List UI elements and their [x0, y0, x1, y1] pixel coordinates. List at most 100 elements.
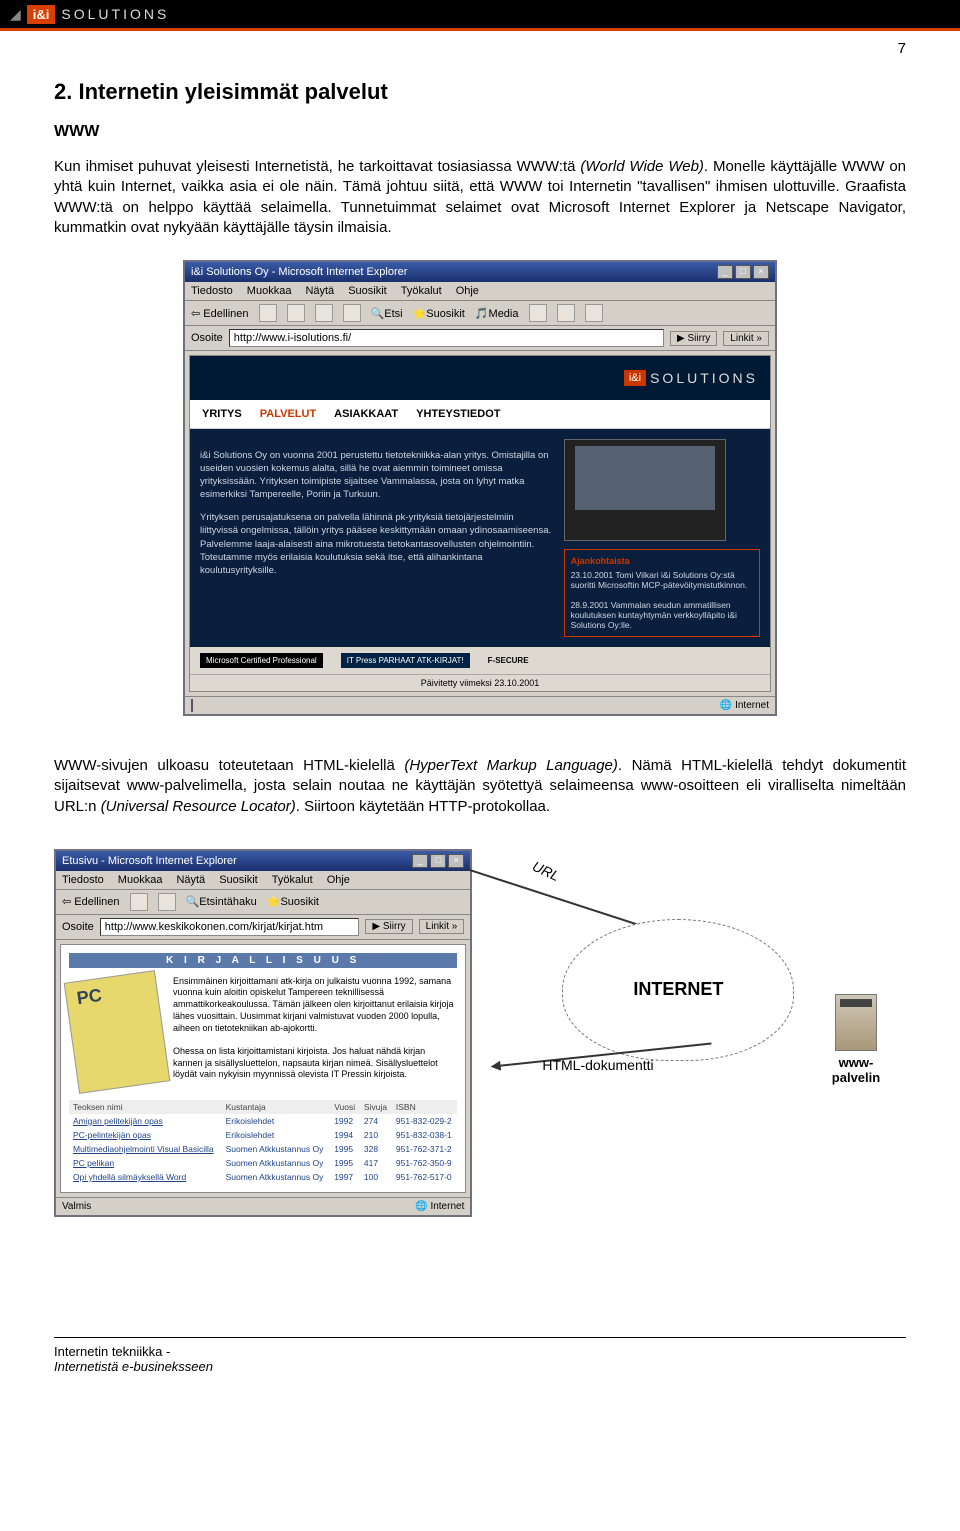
browser2-webpage: K I R J A L L I S U U S Ensimmäinen kirj… — [60, 944, 466, 1193]
internet-diagram: URL INTERNET HTML-dokumentti www-palveli… — [472, 839, 906, 1119]
minimize-icon[interactable]: _ — [412, 854, 428, 868]
address-input[interactable]: http://www.i-isolutions.fi/ — [229, 329, 664, 347]
menu-item[interactable]: Muokkaa — [118, 874, 163, 886]
back-button[interactable]: ⇦ Edellinen — [191, 307, 249, 320]
cert-badge-ms: Microsoft Certified Professional — [200, 653, 323, 668]
th: Kustantaja — [222, 1100, 331, 1114]
nav-tab[interactable]: YHTEYSTIEDOT — [416, 408, 500, 420]
table-header-row: Teoksen nimi Kustantaja Vuosi Sivuja ISB… — [69, 1100, 457, 1114]
cloud-internet: INTERNET — [562, 919, 794, 1061]
maximize-icon[interactable]: □ — [430, 854, 446, 868]
favorites-button[interactable]: ⭐Suosikit — [413, 307, 465, 320]
forward-button[interactable] — [259, 304, 277, 322]
stop-icon[interactable] — [287, 304, 305, 322]
table-cell[interactable]: Opi yhdellä silmäyksellä Word — [69, 1170, 222, 1184]
nav-tab[interactable]: ASIAKKAAT — [334, 408, 398, 420]
browser1-statusbar: 🌐 Internet — [185, 696, 775, 714]
browser2-titlebar: Etusivu - Microsoft Internet Explorer _ … — [56, 851, 470, 871]
menu-item[interactable]: Tiedosto — [62, 874, 104, 886]
menu-item[interactable]: Ohje — [456, 285, 479, 297]
links-button[interactable]: Linkit » — [419, 919, 465, 934]
top-header-bar: ◢ i&i SOLUTIONS — [0, 0, 960, 28]
links-button[interactable]: Linkit » — [723, 331, 769, 346]
table-cell: Suomen Atkkustannus Oy — [222, 1170, 331, 1184]
page-title: 2. Internetin yleisimmät palvelut — [54, 79, 906, 105]
footer-line2: Internetistä e-busineksseen — [54, 1359, 906, 1374]
toolbar-icon[interactable] — [130, 893, 148, 911]
back-button[interactable]: ⇦ Edellinen — [62, 895, 120, 908]
search-button[interactable]: 🔍Etsi — [371, 307, 403, 320]
browser1-webpage: i&i SOLUTIONS YRITYS PALVELUT ASIAKKAAT … — [189, 355, 771, 692]
nav-tab-active[interactable]: PALVELUT — [260, 408, 316, 420]
news-box: Ajankohtaista 23.10.2001 Tomi Vilkari i&… — [564, 549, 760, 637]
site-para2: Yrityksen perusajatuksena on palvella lä… — [200, 511, 554, 577]
favorites-button[interactable]: ⭐Suosikit — [267, 895, 319, 908]
laptop-image — [564, 439, 726, 541]
menu-item[interactable]: Työkalut — [401, 285, 442, 297]
header-logo: ◢ i&i SOLUTIONS — [10, 5, 169, 24]
browser2-menubar: Tiedosto Muokkaa Näytä Suosikit Työkalut… — [56, 871, 470, 890]
kirja-body: Ensimmäinen kirjoittamani atk-kirja on j… — [69, 968, 457, 1096]
browser-window-1: i&i Solutions Oy - Microsoft Internet Ex… — [183, 260, 777, 716]
site-logo-box: i&i — [624, 370, 646, 386]
menu-item[interactable]: Näytä — [176, 874, 205, 886]
site-logo-text: SOLUTIONS — [650, 370, 758, 386]
paragraph-2: WWW-sivujen ulkoasu toteutetaan HTML-kie… — [54, 756, 906, 817]
menu-item[interactable]: Muokkaa — [247, 285, 292, 297]
menu-item[interactable]: Näytä — [305, 285, 334, 297]
close-icon[interactable]: × — [753, 265, 769, 279]
table-cell: 100 — [360, 1170, 392, 1184]
cert-badge-fsecure: F-SECURE — [488, 656, 529, 665]
toolbar-icon[interactable] — [158, 893, 176, 911]
browser1-addressbar: Osoite http://www.i-isolutions.fi/ ▶ Sii… — [185, 326, 775, 351]
search-button[interactable]: 🔍Etsintähaku — [186, 895, 257, 908]
table-cell: Erikoislehdet — [222, 1114, 331, 1128]
browser1-toolbar: ⇦ Edellinen 🔍Etsi ⭐Suosikit 🎵Media — [185, 301, 775, 326]
go-button[interactable]: ▶ Siirry — [365, 919, 412, 934]
menu-item[interactable]: Työkalut — [272, 874, 313, 886]
browser-window-2: Etusivu - Microsoft Internet Explorer _ … — [54, 849, 472, 1217]
table-cell: 1997 — [330, 1170, 360, 1184]
table-cell: 951-762-517-0 — [392, 1170, 457, 1184]
go-button[interactable]: ▶ Siirry — [670, 331, 717, 346]
address-input[interactable]: http://www.keskikokonen.com/kirjat/kirja… — [100, 918, 360, 936]
close-icon[interactable]: × — [448, 854, 464, 868]
menu-item[interactable]: Ohje — [327, 874, 350, 886]
toolbar-icon[interactable] — [557, 304, 575, 322]
site-para1: i&i Solutions Oy on vuonna 2001 perustet… — [200, 449, 554, 502]
books-table: Teoksen nimi Kustantaja Vuosi Sivuja ISB… — [69, 1100, 457, 1184]
para2-i2: (Universal Resource Locator) — [101, 798, 296, 815]
table-cell: 274 — [360, 1114, 392, 1128]
media-button[interactable]: 🎵Media — [475, 307, 519, 320]
refresh-icon[interactable] — [315, 304, 333, 322]
menu-item[interactable]: Suosikit — [348, 285, 387, 297]
kirja-banner: K I R J A L L I S U U S — [69, 953, 457, 968]
toolbar-icon[interactable] — [585, 304, 603, 322]
minimize-icon[interactable]: _ — [717, 265, 733, 279]
toolbar-icon[interactable] — [529, 304, 547, 322]
status-left — [191, 700, 193, 711]
table-cell[interactable]: PC pelikan — [69, 1156, 222, 1170]
book-cover-image — [64, 970, 171, 1094]
site-main-text: i&i Solutions Oy on vuonna 2001 perustet… — [200, 439, 554, 637]
page-number: 7 — [898, 40, 906, 57]
menu-item[interactable]: Suosikit — [219, 874, 258, 886]
nav-tab[interactable]: YRITYS — [202, 408, 242, 420]
browser2-addressbar: Osoite http://www.keskikokonen.com/kirja… — [56, 915, 470, 940]
url-label: URL — [530, 858, 562, 884]
table-cell: 210 — [360, 1128, 392, 1142]
browser1-titlebar: i&i Solutions Oy - Microsoft Internet Ex… — [185, 262, 775, 282]
address-label: Osoite — [62, 921, 94, 933]
table-row: Opi yhdellä silmäyksellä WordSuomen Atkk… — [69, 1170, 457, 1184]
table-cell[interactable]: Amigan pelitekijän opas — [69, 1114, 222, 1128]
maximize-icon[interactable]: □ — [735, 265, 751, 279]
logo-box: i&i — [27, 5, 56, 24]
menu-item[interactable]: Tiedosto — [191, 285, 233, 297]
home-icon[interactable] — [343, 304, 361, 322]
para1-italic: (World Wide Web) — [580, 158, 704, 175]
table-cell[interactable]: PC-pelintekijän opas — [69, 1128, 222, 1142]
cert-row: Microsoft Certified Professional IT Pres… — [190, 647, 770, 674]
table-cell[interactable]: Multimediaohjelmointi Visual Basicilla — [69, 1142, 222, 1156]
browser2-statusbar: Valmis 🌐 Internet — [56, 1197, 470, 1215]
status-right: 🌐 Internet — [720, 700, 769, 711]
